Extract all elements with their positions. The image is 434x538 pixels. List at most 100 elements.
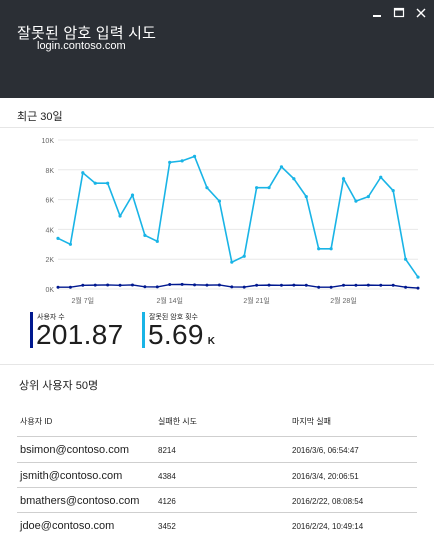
close-icon[interactable] [414,6,428,20]
data-point[interactable] [168,283,172,287]
data-point[interactable] [292,283,296,287]
data-point[interactable] [304,195,308,199]
series-line[interactable] [58,283,419,289]
table-row[interactable]: bmathers@contoso.com 4126 2016/2/22, 08:… [17,487,417,513]
data-point[interactable] [279,283,283,287]
minimize-icon[interactable] [370,6,384,20]
data-point[interactable] [56,236,60,240]
y-tick-label: 6K [45,198,54,205]
data-point[interactable] [130,283,134,287]
data-point[interactable] [255,186,259,190]
data-point[interactable] [304,283,308,287]
table-row[interactable]: jsmith@contoso.com 4384 2016/3/4, 20:06:… [17,462,417,488]
cell-last-failure: 2016/2/24, 10:49:14 [292,522,364,531]
column-header-last-failure[interactable]: 마지막 실패 [292,416,331,427]
data-point[interactable] [279,165,284,169]
data-point[interactable] [379,283,383,287]
data-point[interactable] [404,285,408,289]
data-point[interactable] [205,186,209,190]
data-point[interactable] [416,275,420,279]
blade-header: 잘못된 암호 입력 시도 login.contoso.com [0,0,434,98]
data-point[interactable] [205,283,209,287]
data-point[interactable] [317,285,321,289]
cell-user-id: bmathers@contoso.com [20,495,140,507]
data-point[interactable] [168,160,172,164]
data-point[interactable] [255,283,259,287]
blade-subtitle: login.contoso.com [37,40,126,52]
metric-users-value-wrap: 201.87 [36,319,123,351]
table-row[interactable]: bsimon@contoso.com 8214 2016/3/6, 06:54:… [17,436,417,462]
x-tick-label: 2월 28일 [330,296,357,305]
data-point[interactable] [217,283,221,287]
cell-user-id: bsimon@contoso.com [20,444,129,456]
metric-failed-value: 5.69 [148,319,204,350]
section-divider [0,127,434,128]
data-point[interactable] [329,285,333,289]
data-point[interactable] [155,239,159,243]
metric-users-color-bar [30,312,33,348]
data-point[interactable] [93,283,97,287]
cell-last-failure: 2016/2/22, 08:08:54 [292,497,364,506]
metric-failed-value-wrap: 5.69 K [148,319,215,351]
x-tick-label: 2월 21일 [243,296,270,305]
column-header-user-id[interactable]: 사용자 ID [20,416,52,427]
data-point[interactable] [56,285,60,289]
table-row[interactable]: jdoe@contoso.com 3452 2016/2/24, 10:49:1… [17,512,417,538]
data-point[interactable] [267,186,271,190]
data-point[interactable] [342,283,346,287]
x-tick-label: 2월 14일 [156,296,183,305]
data-point[interactable] [354,283,358,287]
data-point[interactable] [354,199,358,203]
data-point[interactable] [68,242,73,246]
data-point[interactable] [143,285,147,289]
data-point[interactable] [155,285,159,289]
y-tick-label: 8K [45,168,54,175]
data-point[interactable] [68,285,72,289]
metric-users-value: 201.87 [36,319,124,350]
y-tick-label: 0K [45,287,54,294]
data-point[interactable] [81,171,85,175]
data-point[interactable] [217,199,221,203]
data-point[interactable] [193,283,197,287]
data-point[interactable] [416,286,420,290]
data-point[interactable] [192,154,197,158]
data-point[interactable] [403,257,408,261]
data-point[interactable] [341,177,346,181]
data-point[interactable] [143,233,147,237]
data-point[interactable] [230,285,234,289]
data-point[interactable] [366,283,370,287]
data-point[interactable] [93,181,97,185]
cell-failed-attempts: 4126 [158,497,176,506]
data-point[interactable] [329,247,333,251]
data-point[interactable] [81,283,85,287]
time-range-label: 최근 30일 [17,111,63,123]
data-point[interactable] [130,193,135,197]
y-tick-label: 10K [42,138,55,145]
data-point[interactable] [242,254,246,258]
data-point[interactable] [230,260,234,264]
metric-failed-color-bar [142,312,145,348]
data-point[interactable] [379,175,383,179]
data-point[interactable] [366,195,370,199]
data-point[interactable] [180,282,184,286]
column-header-failed-attempts[interactable]: 실패한 시도 [158,416,197,427]
data-point[interactable] [106,181,110,185]
data-point[interactable] [391,189,395,193]
data-point[interactable] [391,283,395,287]
data-point[interactable] [267,283,271,287]
metric-failed-unit: K [207,336,216,347]
data-point[interactable] [180,159,184,163]
data-point[interactable] [118,214,122,218]
data-point[interactable] [292,177,296,181]
data-point[interactable] [106,283,110,287]
cell-failed-attempts: 4384 [158,472,176,481]
data-point[interactable] [242,285,246,289]
cell-failed-attempts: 3452 [158,522,176,531]
top-users-title: 상위 사용자 50명 [19,380,99,392]
data-point[interactable] [118,283,122,287]
line-chart[interactable]: 0K 2K 4K 6K 8K 10K 2월 7일 2월 14일 2월 21일 2월 28일 [0,130,434,310]
x-tick-label: 2월 7일 [72,296,95,305]
data-point[interactable] [317,247,321,251]
y-tick-label: 4K [45,227,54,234]
maximize-icon[interactable] [392,6,406,20]
